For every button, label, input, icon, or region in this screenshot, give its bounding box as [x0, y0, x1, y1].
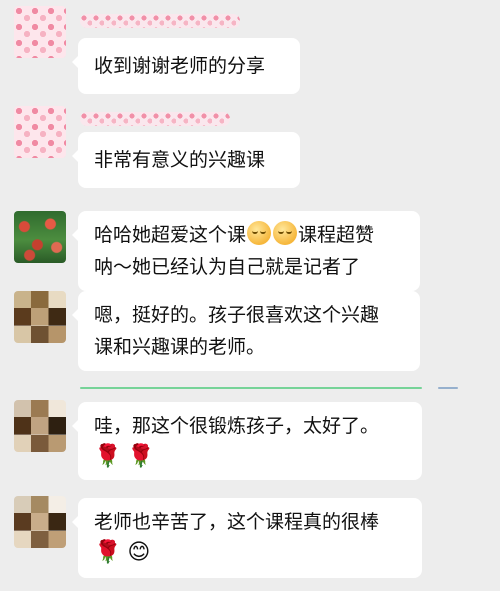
message-text-line1a: 哈哈她超爱这个课 — [94, 224, 247, 246]
avatar[interactable] — [14, 496, 66, 548]
message-bubble[interactable]: 老师也辛苦了，这个课程真的很棒 🌹 😊 — [72, 498, 422, 578]
message-bubble[interactable]: 非常有意义的兴趣课 — [72, 132, 300, 188]
message-3: 哈哈她超爱这个课 课程超赞 呐～她已经认为自己就是记者了 — [0, 207, 500, 295]
message-text: 收到谢谢老师的分享 — [94, 55, 266, 77]
avatar[interactable] — [14, 106, 66, 158]
message-2: 非常有意义的兴趣课 — [0, 96, 500, 188]
message-text: 非常有意义的兴趣课 — [94, 149, 266, 171]
message-bubble[interactable]: 收到谢谢老师的分享 — [72, 38, 300, 94]
blush-face-icon — [273, 221, 298, 245]
divider-accent — [438, 387, 458, 389]
message-text: 老师也辛苦了，这个课程真的很棒 — [94, 511, 380, 533]
message-text-line1b: 课程超赞 — [298, 224, 375, 246]
message-text-line2: 呐～她已经认为自己就是记者了 — [94, 256, 361, 278]
avatar[interactable] — [14, 211, 66, 263]
blush-face-icon — [247, 221, 272, 245]
sender-name-redacted — [80, 112, 230, 126]
avatar[interactable] — [14, 6, 66, 58]
rose-icon: 🌹 — [94, 540, 122, 565]
chat-window: 收到谢谢老师的分享 非常有意义的兴趣课 哈哈她超爱这个课 课程超赞 呐～她已经认为… — [0, 0, 500, 591]
message-bubble[interactable]: 哇，那这个很锻炼孩子，太好了。 🌹 🌹 — [72, 402, 422, 480]
rose-icon: 🌹 — [127, 444, 155, 469]
avatar[interactable] — [14, 291, 66, 343]
message-4: 嗯，挺好的。孩子很喜欢这个兴趣 课和兴趣课的老师。 — [0, 291, 500, 383]
emoji-row: 🌹 🌹 — [94, 442, 406, 472]
avatar[interactable] — [14, 400, 66, 452]
divider-line — [80, 387, 422, 389]
message-text-line1: 嗯，挺好的。孩子很喜欢这个兴趣 — [94, 304, 380, 326]
message-5: 哇，那这个很锻炼孩子，太好了。 🌹 🌹 — [0, 398, 500, 486]
emoji-row: 🌹 😊 — [94, 538, 406, 568]
message-bubble[interactable]: 嗯，挺好的。孩子很喜欢这个兴趣 课和兴趣课的老师。 — [72, 291, 420, 371]
message-1: 收到谢谢老师的分享 — [0, 0, 500, 94]
message-6: 老师也辛苦了，这个课程真的很棒 🌹 😊 — [0, 496, 500, 586]
rose-icon: 🌹 — [94, 444, 122, 469]
message-text: 哇，那这个很锻炼孩子，太好了。 — [94, 415, 380, 437]
smile-icon: 😊 — [127, 540, 151, 565]
message-bubble[interactable]: 哈哈她超爱这个课 课程超赞 呐～她已经认为自己就是记者了 — [72, 211, 420, 291]
message-text-line2: 课和兴趣课的老师。 — [94, 336, 266, 358]
sender-name-redacted — [80, 14, 240, 28]
